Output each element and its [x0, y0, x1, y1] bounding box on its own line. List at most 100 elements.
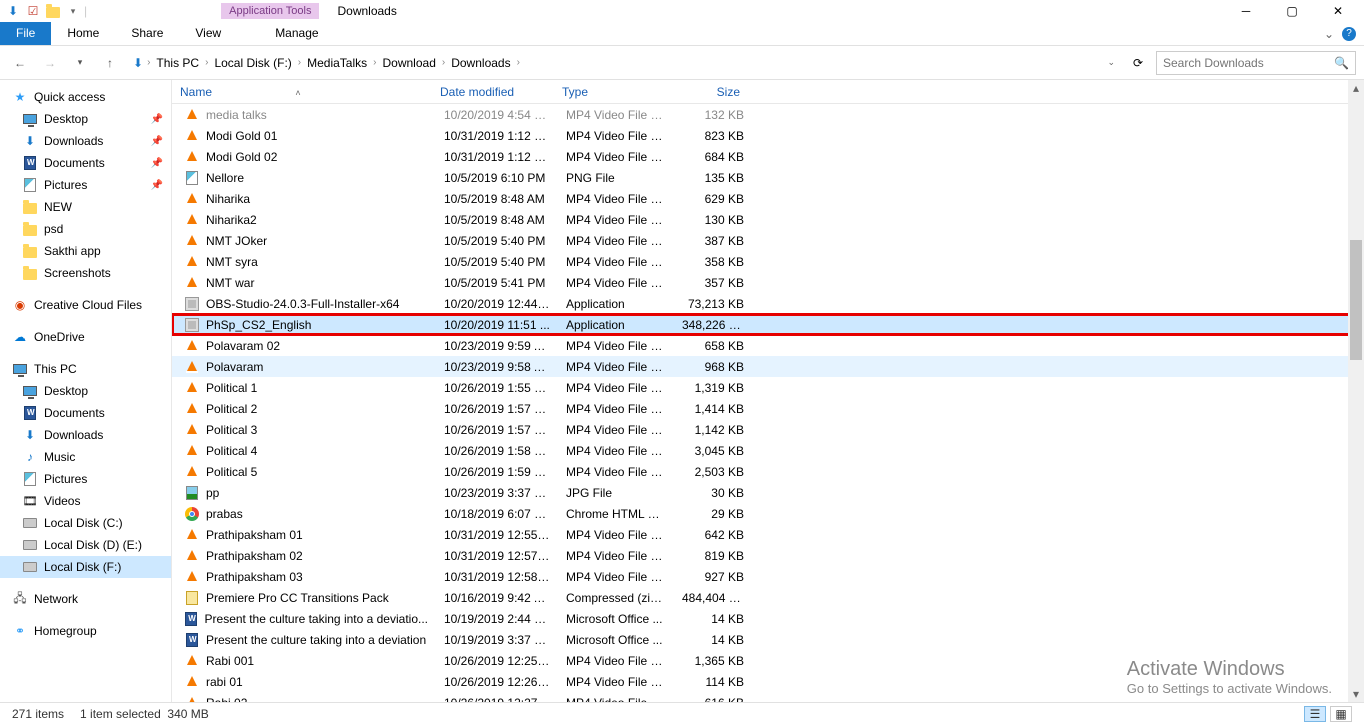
file-row[interactable]: Political 110/26/2019 1:55 PMMP4 Video F… [172, 377, 1364, 398]
column-name[interactable]: Name ˄ [172, 81, 432, 103]
back-button[interactable]: ← [8, 51, 32, 75]
scroll-up-icon[interactable]: ▴ [1348, 80, 1364, 96]
chevron-right-icon[interactable]: › [205, 57, 208, 68]
file-row[interactable]: Niharika210/5/2019 8:48 AMMP4 Video File… [172, 209, 1364, 230]
sidebar-item[interactable]: Local Disk (C:) [0, 512, 171, 534]
file-row[interactable]: Political 410/26/2019 1:58 PMMP4 Video F… [172, 440, 1364, 461]
view-tab[interactable]: View [179, 22, 237, 45]
folder-icon[interactable] [44, 2, 62, 20]
sidebar-item[interactable]: Sakthi app [0, 240, 171, 262]
sidebar-item[interactable]: ⬇Downloads [0, 424, 171, 446]
file-row[interactable]: PhSp_CS2_English10/20/2019 11:51 ...Appl… [172, 314, 1364, 335]
sidebar-item[interactable]: Documents📌 [0, 152, 171, 174]
sidebar-item[interactable]: Pictures📌 [0, 174, 171, 196]
music-icon: ♪ [22, 449, 38, 465]
chevron-right-icon[interactable]: › [298, 57, 301, 68]
refresh-button[interactable]: ⟳ [1126, 56, 1150, 70]
share-tab[interactable]: Share [115, 22, 179, 45]
chevron-right-icon[interactable]: › [517, 57, 520, 68]
address-dropdown-icon[interactable]: ⌄ [1107, 57, 1115, 68]
file-row[interactable]: Polavaram 0210/23/2019 9:59 AMMP4 Video … [172, 335, 1364, 356]
ribbon-collapse-icon[interactable]: ⌄ [1324, 27, 1334, 41]
column-date[interactable]: Date modified [432, 81, 554, 103]
file-row[interactable]: Modi Gold 0210/31/2019 1:12 PMMP4 Video … [172, 146, 1364, 167]
file-row[interactable]: Polavaram10/23/2019 9:58 AMMP4 Video Fil… [172, 356, 1364, 377]
down-arrow-icon[interactable]: ⬇ [4, 2, 22, 20]
chevron-right-icon[interactable]: › [373, 57, 376, 68]
file-row[interactable]: Niharika10/5/2019 8:48 AMMP4 Video File … [172, 188, 1364, 209]
chevron-right-icon[interactable]: › [442, 57, 445, 68]
sidebar-item[interactable]: Desktop [0, 380, 171, 402]
column-headers[interactable]: Name ˄ Date modified Type Size [172, 80, 1364, 104]
maximize-button[interactable]: ▢ [1278, 1, 1306, 21]
homegroup[interactable]: ⚭Homegroup [0, 620, 171, 642]
network[interactable]: 🖧Network [0, 588, 171, 610]
sidebar-item[interactable]: Local Disk (F:) [0, 556, 171, 578]
search-icon[interactable]: 🔍 [1334, 56, 1349, 70]
sidebar-item[interactable]: psd [0, 218, 171, 240]
sidebar-item[interactable]: Local Disk (D) (E:) [0, 534, 171, 556]
onedrive[interactable]: ☁OneDrive [0, 326, 171, 348]
file-row[interactable]: pp10/23/2019 3:37 PMJPG File30 KB [172, 482, 1364, 503]
column-size[interactable]: Size [670, 81, 748, 103]
search-box[interactable]: 🔍 [1156, 51, 1356, 75]
file-row[interactable]: NMT war10/5/2019 5:41 PMMP4 Video File (… [172, 272, 1364, 293]
sidebar-item[interactable]: ♪Music [0, 446, 171, 468]
breadcrumb-this-pc[interactable]: This PC [154, 54, 201, 72]
minimize-button[interactable]: ─ [1232, 1, 1260, 21]
file-row[interactable]: OBS-Studio-24.0.3-Full-Installer-x6410/2… [172, 293, 1364, 314]
file-row[interactable]: NMT JOker10/5/2019 5:40 PMMP4 Video File… [172, 230, 1364, 251]
breadcrumb-disk[interactable]: Local Disk (F:) [212, 54, 293, 72]
sidebar-item[interactable]: ⬇Downloads📌 [0, 130, 171, 152]
close-button[interactable]: ✕ [1324, 1, 1352, 21]
breadcrumb[interactable]: ⬇ › This PC › Local Disk (F:) › MediaTal… [128, 51, 1120, 75]
scroll-down-icon[interactable]: ▾ [1348, 686, 1364, 702]
breadcrumb-download[interactable]: Download [381, 54, 438, 72]
file-row[interactable]: Political 510/26/2019 1:59 PMMP4 Video F… [172, 461, 1364, 482]
file-row[interactable]: NMT syra10/5/2019 5:40 PMMP4 Video File … [172, 251, 1364, 272]
file-row[interactable]: Present the culture taking into a deviat… [172, 608, 1364, 629]
vertical-scrollbar[interactable]: ▴ ▾ [1348, 80, 1364, 702]
navigation-pane[interactable]: ★Quick access Desktop📌⬇Downloads📌Documen… [0, 80, 172, 702]
sidebar-item[interactable]: 🎞Videos [0, 490, 171, 512]
file-row[interactable]: Prathipaksham 0110/31/2019 12:55 ...MP4 … [172, 524, 1364, 545]
home-tab[interactable]: Home [51, 22, 115, 45]
recent-dropdown[interactable]: ▾ [68, 51, 92, 75]
thumbnails-view-button[interactable]: ▦ [1330, 706, 1352, 722]
file-date: 10/5/2019 6:10 PM [436, 171, 558, 185]
details-view-button[interactable]: ☰ [1304, 706, 1326, 722]
file-row[interactable]: Premiere Pro CC Transitions Pack10/16/20… [172, 587, 1364, 608]
file-rows[interactable]: media talks10/20/2019 4:54 PMMP4 Video F… [172, 104, 1364, 702]
column-type[interactable]: Type [554, 81, 670, 103]
search-input[interactable] [1163, 56, 1334, 70]
manage-tab[interactable]: Manage [259, 22, 334, 45]
sidebar-item[interactable]: NEW [0, 196, 171, 218]
sidebar-item[interactable]: Pictures [0, 468, 171, 490]
file-row[interactable]: Political 210/26/2019 1:57 PMMP4 Video F… [172, 398, 1364, 419]
file-row[interactable]: media talks10/20/2019 4:54 PMMP4 Video F… [172, 104, 1364, 125]
quick-access[interactable]: ★Quick access [0, 86, 171, 108]
file-row[interactable]: Prathipaksham 0310/31/2019 12:58 ...MP4 … [172, 566, 1364, 587]
file-tab[interactable]: File [0, 22, 51, 45]
breadcrumb-mediatalks[interactable]: MediaTalks [305, 54, 369, 72]
breadcrumb-downloads[interactable]: Downloads [449, 54, 512, 72]
up-button[interactable]: ↑ [98, 51, 122, 75]
file-row[interactable]: Prathipaksham 0210/31/2019 12:57 ...MP4 … [172, 545, 1364, 566]
forward-button[interactable]: → [38, 51, 62, 75]
sidebar-item[interactable]: Screenshots [0, 262, 171, 284]
qat-dropdown-icon[interactable]: ▾ [64, 2, 82, 20]
sidebar-item[interactable]: Desktop📌 [0, 108, 171, 130]
checkbox-icon[interactable]: ☑ [24, 2, 42, 20]
file-row[interactable]: Present the culture taking into a deviat… [172, 629, 1364, 650]
file-row[interactable]: Modi Gold 0110/31/2019 1:12 PMMP4 Video … [172, 125, 1364, 146]
scroll-thumb[interactable] [1350, 240, 1362, 360]
chevron-right-icon[interactable]: › [147, 57, 150, 68]
application-tools-tab[interactable]: Application Tools [221, 3, 319, 19]
sidebar-item[interactable]: Documents [0, 402, 171, 424]
creative-cloud[interactable]: ◉Creative Cloud Files [0, 294, 171, 316]
this-pc[interactable]: This PC [0, 358, 171, 380]
file-row[interactable]: Political 310/26/2019 1:57 PMMP4 Video F… [172, 419, 1364, 440]
file-row[interactable]: Nellore10/5/2019 6:10 PMPNG File135 KB [172, 167, 1364, 188]
help-icon[interactable]: ? [1342, 27, 1356, 41]
file-row[interactable]: prabas10/18/2019 6:07 PMChrome HTML Do..… [172, 503, 1364, 524]
